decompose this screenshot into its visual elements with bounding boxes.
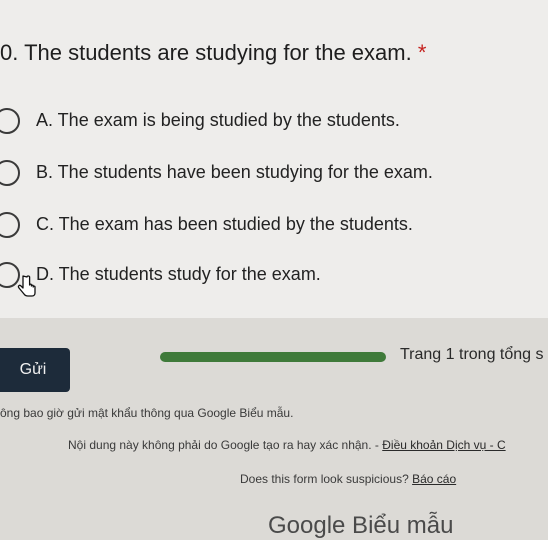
- hand-pointer-icon: [17, 275, 36, 297]
- password-warning: ông bao giờ gửi mật khẩu thông qua Googl…: [0, 406, 294, 420]
- option-c-label: C. The exam has been studied by the stud…: [36, 214, 413, 234]
- question-card: 0. The students are studying for the exa…: [0, 0, 548, 318]
- page-indicator: Trang 1 trong tổng s: [400, 346, 544, 363]
- submit-button[interactable]: Gửi: [0, 348, 70, 392]
- disclaimer-text: Nội dung này không phải do Google tạo ra…: [68, 438, 379, 452]
- question-text: 0. The students are studying for the exa…: [0, 40, 412, 65]
- required-asterisk: *: [417, 40, 427, 65]
- google-forms-logo[interactable]: Google Biểu mẫu: [268, 512, 453, 540]
- radio-unchecked-icon[interactable]: [0, 212, 20, 238]
- suspicious-text: Does this form look suspicious?: [240, 472, 409, 486]
- disclaimer-line: Nội dung này không phải do Google tạo ra…: [68, 438, 506, 452]
- terms-link[interactable]: Điều khoản Dịch vụ - C: [382, 438, 505, 452]
- option-d-label: D. The students study for the exam.: [36, 264, 321, 284]
- progress-fill: [160, 352, 386, 362]
- radio-unchecked-icon[interactable]: [0, 160, 20, 186]
- report-link[interactable]: Báo cáo: [412, 472, 456, 486]
- option-b-label: B. The students have been studying for t…: [36, 162, 433, 182]
- option-a-label: A. The exam is being studied by the stud…: [36, 110, 400, 130]
- suspicious-line: Does this form look suspicious? Báo cáo: [240, 472, 456, 486]
- radio-unchecked-icon[interactable]: [0, 108, 20, 134]
- question-title: 0. The students are studying for the exa…: [0, 40, 426, 66]
- progress-bar: [160, 352, 386, 362]
